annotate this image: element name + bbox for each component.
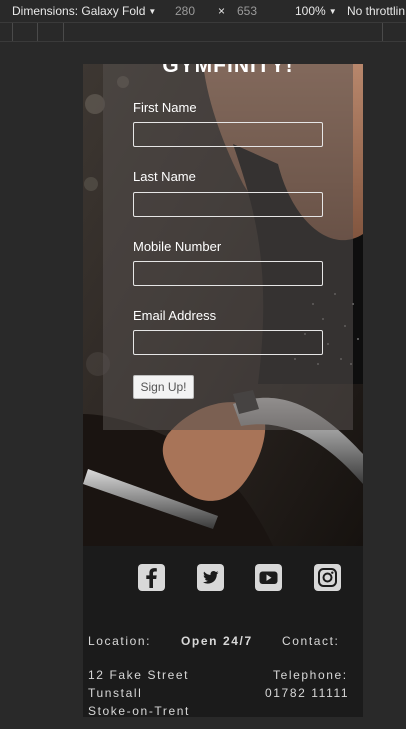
device-label: Dimensions: Galaxy Fold	[12, 4, 146, 18]
last-name-input[interactable]	[133, 192, 323, 217]
mobile-number-input[interactable]	[133, 261, 323, 286]
instagram-icon[interactable]	[314, 564, 341, 591]
device-viewport: GYMFINITY! First Name Last Name Mobile N…	[83, 64, 363, 717]
ruler-tick	[37, 23, 38, 41]
youtube-icon[interactable]	[255, 564, 282, 591]
zoom-dropdown[interactable]: 100% ▼	[295, 4, 337, 18]
contact-label: Contact:	[282, 634, 340, 648]
address-line-1: 12 Fake Street	[88, 668, 190, 682]
chevron-down-icon: ▼	[328, 7, 337, 16]
telephone-number: 01782 11111	[265, 686, 350, 700]
telephone-label: Telephone:	[273, 668, 348, 682]
ruler-tick	[382, 23, 383, 41]
ruler-tick	[12, 23, 13, 41]
dimension-separator: ×	[218, 4, 226, 18]
devtools-device-toolbar: Dimensions: Galaxy Fold ▼ 280 × 653 100% ▼…	[0, 0, 406, 22]
email-address-input[interactable]	[133, 330, 323, 355]
media-query-ruler[interactable]	[0, 22, 406, 42]
twitter-icon[interactable]	[197, 564, 224, 591]
facebook-icon[interactable]	[138, 564, 165, 591]
sign-up-button[interactable]: Sign Up!	[133, 375, 194, 399]
opening-hours: Open 24/7	[181, 634, 253, 648]
address-line-3: Stoke-on-Trent	[88, 704, 190, 717]
mobile-number-label: Mobile Number	[133, 239, 222, 254]
chevron-down-icon: ▼	[148, 7, 157, 16]
throttling-dropdown[interactable]: No throttlin	[347, 4, 405, 18]
first-name-label: First Name	[133, 100, 197, 115]
height-input[interactable]: 653	[237, 4, 257, 18]
width-input[interactable]: 280	[175, 4, 195, 18]
brand-title: GYMFINITY!	[162, 64, 294, 77]
last-name-label: Last Name	[133, 169, 196, 184]
hero-background-image: GYMFINITY! First Name Last Name Mobile N…	[83, 64, 363, 546]
zoom-label: 100%	[295, 4, 326, 18]
location-label: Location:	[88, 634, 152, 648]
first-name-input[interactable]	[133, 122, 323, 147]
signup-form: GYMFINITY! First Name Last Name Mobile N…	[103, 64, 353, 430]
email-address-label: Email Address	[133, 308, 217, 323]
device-dropdown[interactable]: Dimensions: Galaxy Fold ▼	[12, 4, 156, 18]
site-footer: Location: Open 24/7 Contact: 12 Fake Str…	[83, 546, 363, 717]
address-line-2: Tunstall	[88, 686, 143, 700]
ruler-tick	[63, 23, 64, 41]
